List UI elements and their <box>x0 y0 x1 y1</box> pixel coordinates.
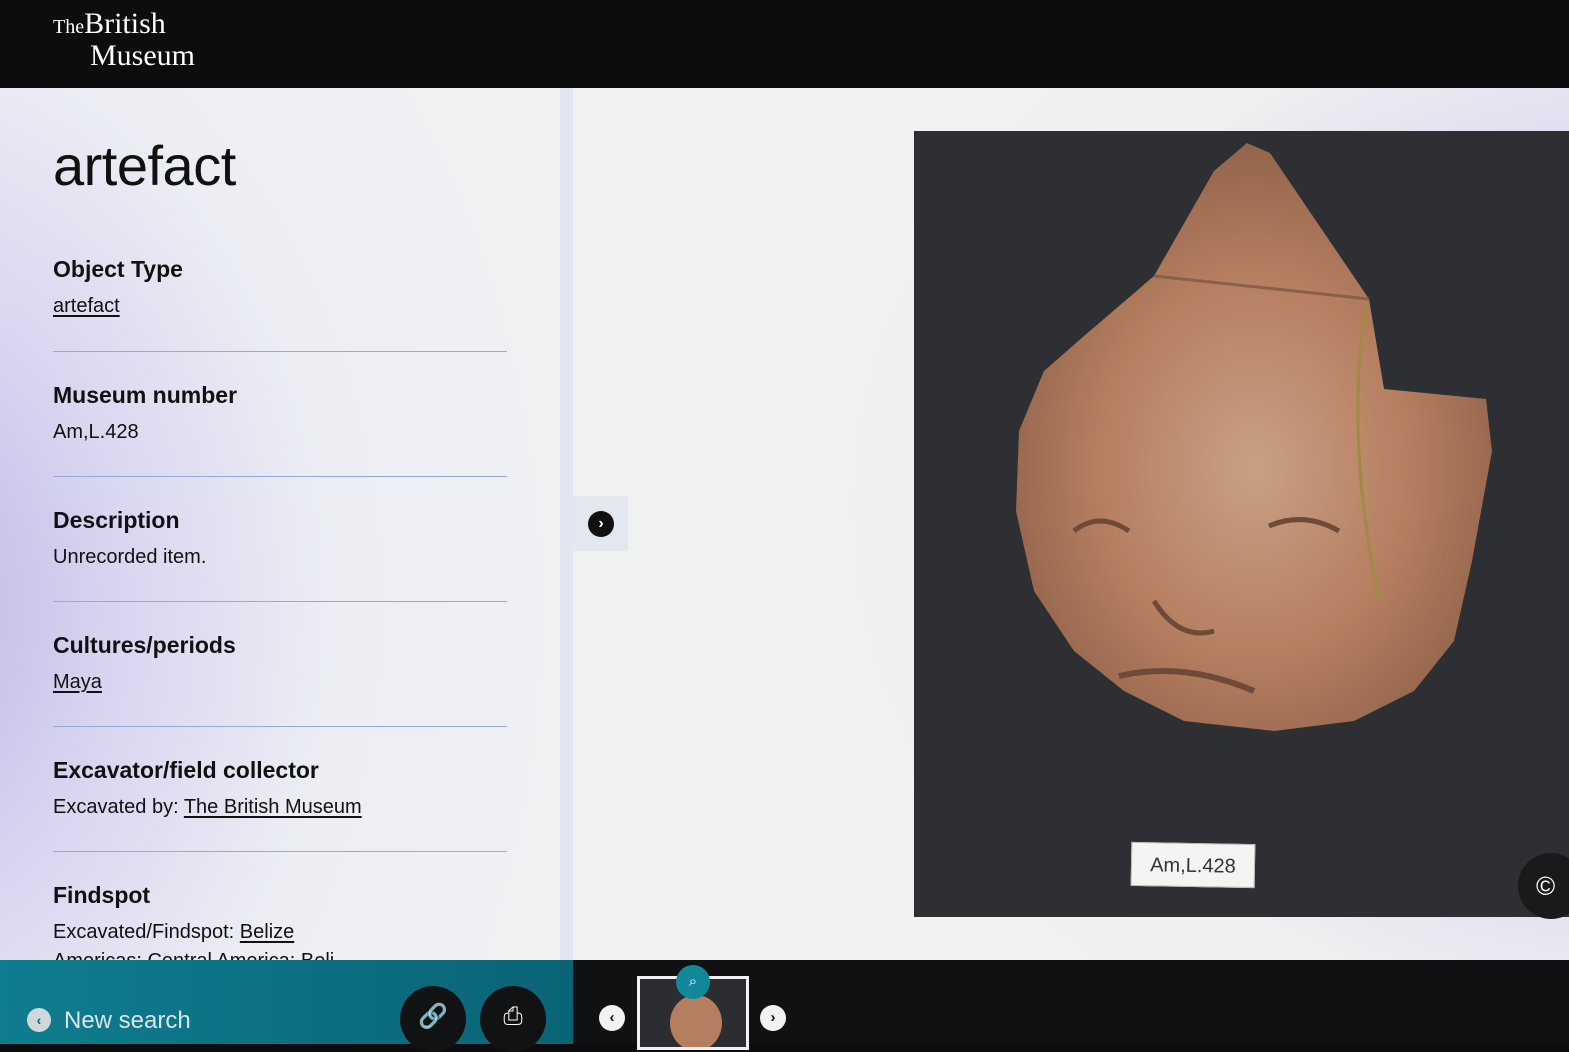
divider <box>53 476 507 477</box>
museum-number-value: Am,L.428 <box>53 421 139 443</box>
bottom-toolbar: ‹ New search 🔗 ⎙ <box>0 960 573 1052</box>
print-button[interactable]: ⎙ <box>480 986 546 1052</box>
findspot-hierarchy: Americas: Central America: Beli <box>53 950 507 960</box>
field-museum-number: Museum number Am,L.428 <box>53 382 507 444</box>
divider <box>53 726 507 727</box>
new-search-link[interactable]: New search <box>64 1007 191 1035</box>
excavator-link[interactable]: The British Museum <box>184 796 362 818</box>
findspot-link[interactable]: Belize <box>240 921 294 943</box>
field-excavator: Excavator/field collector Excavated by: … <box>53 757 507 819</box>
next-image-button[interactable]: › <box>760 1005 786 1031</box>
thumbnail-strip: ‹ ⌕ › <box>573 960 1569 1050</box>
field-object-type: Object Type artefact <box>53 256 507 318</box>
culture-link[interactable]: Maya <box>53 671 102 693</box>
object-image[interactable]: Am,L.428 <box>914 131 1569 917</box>
printer-icon: ⎙ <box>503 1003 523 1030</box>
divider <box>53 351 507 352</box>
logo-the: The <box>53 16 85 38</box>
british-museum-logo[interactable]: TheBritish Museum <box>53 7 195 72</box>
divider <box>53 601 507 602</box>
description-value: Unrecorded item. <box>53 546 207 568</box>
object-type-link[interactable]: artefact <box>53 295 120 317</box>
logo-british: British <box>84 7 166 40</box>
field-findspot: Findspot Excavated/Findspot: Belize Amer… <box>53 882 507 960</box>
link-icon: 🔗 <box>418 1003 448 1030</box>
field-label: Description <box>53 507 180 533</box>
image-viewer-panel: › Am,L.428 © <box>573 88 1569 960</box>
chevron-right-icon: › <box>588 511 614 537</box>
clay-head-image <box>1016 143 1492 731</box>
specimen-tag: Am,L.428 <box>1130 841 1256 889</box>
page-title: artefact <box>53 134 236 197</box>
chevron-left-icon[interactable]: ‹ <box>27 1008 51 1032</box>
field-label: Cultures/periods <box>53 632 236 658</box>
field-label: Object Type <box>53 256 183 282</box>
logo-museum: Museum <box>90 39 195 72</box>
object-details-panel: artefact Object Type artefact Museum num… <box>0 88 560 960</box>
excavator-prefix: Excavated by: <box>53 796 184 818</box>
link-button[interactable]: 🔗 <box>400 986 466 1052</box>
panel-splitter[interactable] <box>560 88 573 960</box>
field-label: Excavator/field collector <box>53 757 319 783</box>
field-label: Findspot <box>53 882 151 908</box>
top-bar: TheBritish Museum <box>0 0 1569 88</box>
magnifier-icon[interactable]: ⌕ <box>676 965 710 999</box>
field-description: Description Unrecorded item. <box>53 507 507 569</box>
field-label: Museum number <box>53 382 238 408</box>
field-cultures-periods: Cultures/periods Maya <box>53 632 507 694</box>
findspot-prefix: Excavated/Findspot: <box>53 921 240 943</box>
previous-image-button[interactable]: ‹ <box>599 1005 625 1031</box>
divider <box>53 851 507 852</box>
expand-panel-button[interactable]: › <box>573 496 628 551</box>
